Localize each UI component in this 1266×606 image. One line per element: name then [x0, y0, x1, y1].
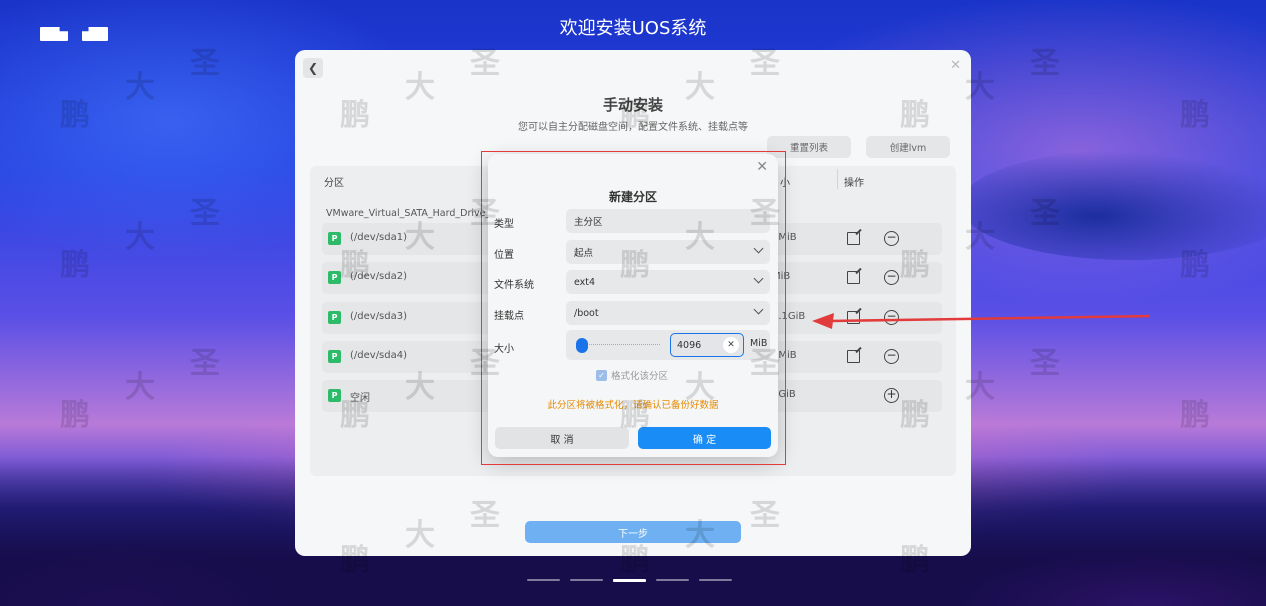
page-subtitle: 您可以自主分配磁盘空间，配置文件系统、挂载点等 [518, 122, 748, 133]
delete-icon[interactable]: − [884, 349, 899, 364]
progress-dot-active [613, 579, 646, 582]
partition-name: (/dev/sda1) [350, 232, 408, 243]
watermark: 圣 [190, 346, 220, 381]
watermark: 圣 [190, 196, 220, 231]
partition-badge: P [328, 389, 341, 402]
disk-name: VMware_Virtual_SATA_Hard_Drive_Sa [326, 208, 503, 219]
delete-icon[interactable]: − [884, 310, 899, 325]
watermark: 大 [125, 220, 155, 255]
edit-icon[interactable] [847, 232, 860, 245]
add-icon[interactable]: + [884, 388, 899, 403]
watermark: 大 [125, 70, 155, 105]
watermark: 鹏 [60, 398, 90, 433]
chevron-left-icon: ❮ [307, 61, 319, 75]
watermark: 鹏 [60, 248, 90, 283]
wallpaper-wave [960, 150, 1266, 260]
next-button[interactable]: 下一步 [525, 521, 741, 543]
header-action: 操作 [844, 177, 864, 189]
partition-badge: P [328, 232, 341, 245]
annotation-highlight-box [481, 151, 786, 465]
create-lvm-button[interactable]: 创建lvm [866, 136, 950, 158]
edit-icon[interactable] [847, 311, 860, 324]
header-partition: 分区 [324, 177, 344, 189]
watermark: 圣 [1030, 346, 1060, 381]
watermark: 鹏 [60, 98, 90, 133]
close-icon[interactable]: ✕ [950, 58, 961, 73]
progress-dot [570, 579, 603, 581]
progress-dot [656, 579, 689, 581]
progress-indicator [527, 579, 732, 582]
partition-name: (/dev/sda2) [350, 271, 408, 282]
header-divider [837, 169, 838, 189]
watermark: 鹏 [1180, 398, 1210, 433]
progress-dot [699, 579, 732, 581]
partition-name: (/dev/sda4) [350, 350, 408, 361]
delete-icon[interactable]: − [884, 231, 899, 246]
watermark: 大 [125, 370, 155, 405]
page-title: 手动安装 [602, 96, 663, 114]
delete-icon[interactable]: − [884, 270, 899, 285]
partition-name: (/dev/sda3) [350, 311, 408, 322]
edit-icon[interactable] [847, 271, 860, 284]
partition-name: 空闲 [350, 393, 370, 404]
partition-badge: P [328, 271, 341, 284]
watermark: 鹏 [1180, 98, 1210, 133]
watermark: 圣 [190, 46, 220, 81]
partition-badge: P [328, 350, 341, 363]
watermark: 圣 [1030, 46, 1060, 81]
installer-title: 欢迎安装UOS系统 [559, 18, 707, 39]
progress-dot [527, 579, 560, 581]
edit-icon[interactable] [847, 350, 860, 363]
partition-badge: P [328, 311, 341, 324]
back-button[interactable]: ❮ [303, 58, 323, 78]
